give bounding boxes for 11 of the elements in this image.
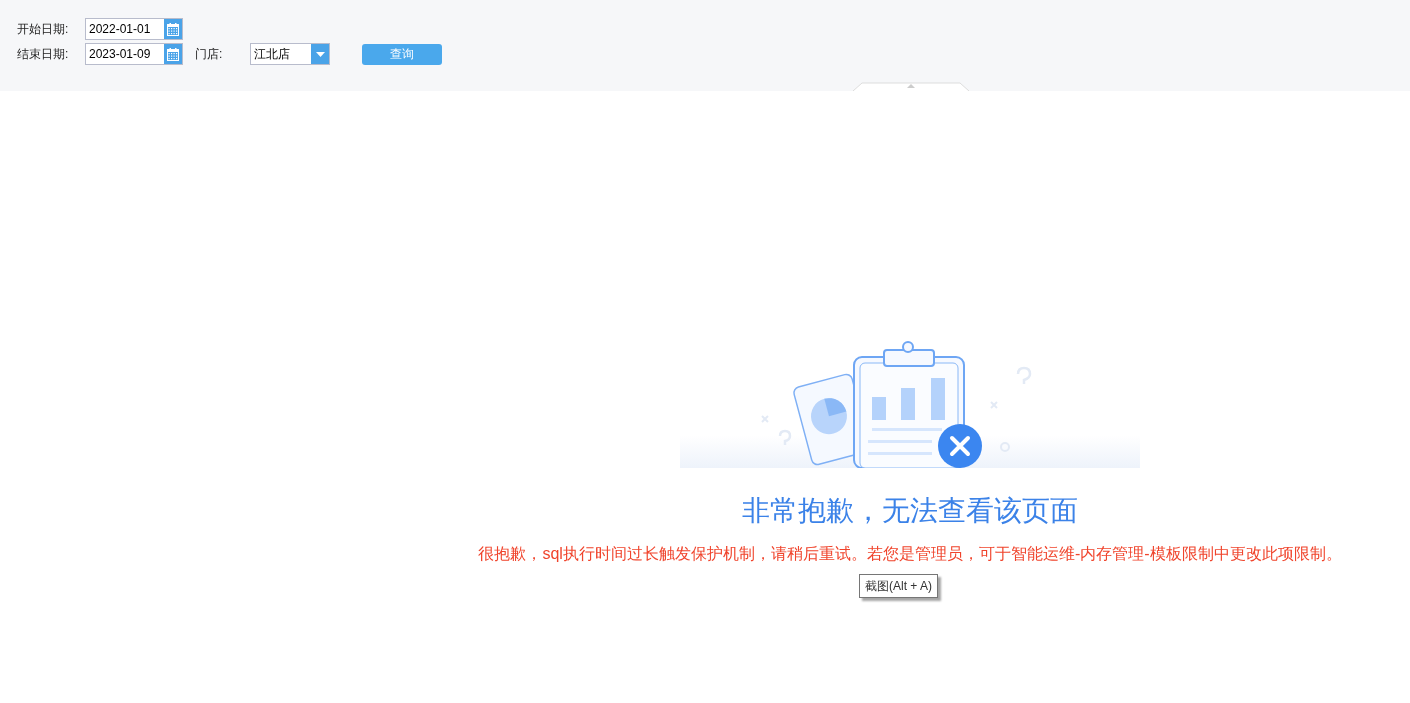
date-field[interactable]: 2022-01-01	[85, 18, 183, 40]
calendar-icon[interactable]	[164, 19, 182, 39]
error-title: 非常抱歉，无法查看该页面	[742, 494, 1078, 528]
field-label: 门店:	[195, 46, 224, 63]
date-field[interactable]: 2023-01-09	[85, 43, 183, 65]
field-label: 结束日期:	[17, 46, 70, 63]
store-dropdown[interactable]: 江北店	[250, 43, 330, 65]
calendar-icon[interactable]	[164, 44, 182, 64]
tooltip: 截图(Alt + A)	[859, 574, 938, 598]
field-label: 开始日期:	[17, 21, 70, 38]
error-message: 很抱歉，sql执行时间过长触发保护机制，请稍后重试。若您是管理员，可于智能运维-内存管理-模板限制中更改此项限制。	[478, 544, 1342, 564]
